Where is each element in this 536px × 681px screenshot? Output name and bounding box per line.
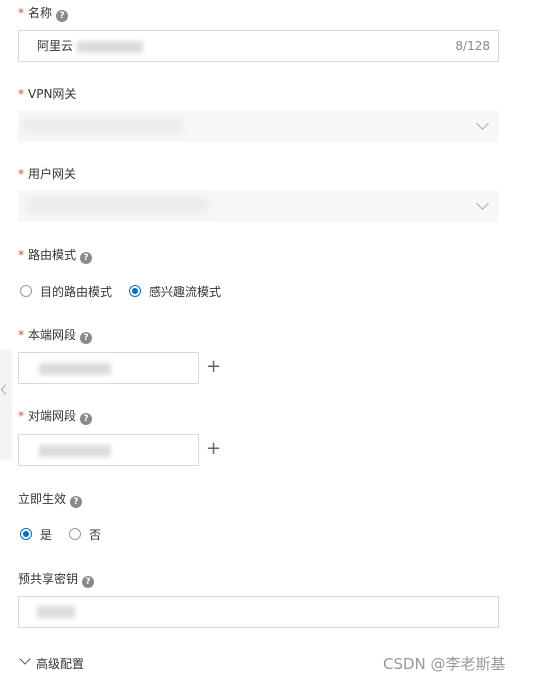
effective-option-label: 是 bbox=[40, 528, 53, 542]
customer-gateway-redacted bbox=[28, 197, 208, 213]
vpn-gateway-redacted bbox=[22, 119, 182, 133]
local-cidr-redacted bbox=[39, 363, 111, 375]
radio-checked[interactable] bbox=[20, 528, 32, 540]
name-label: * 名称? bbox=[18, 5, 69, 22]
help-icon[interactable]: ? bbox=[80, 413, 93, 425]
effective-immediately-label: 立即生效? bbox=[18, 491, 83, 508]
psk-label: 预共享密钥? bbox=[18, 571, 95, 588]
local-cidr-input[interactable] bbox=[18, 352, 199, 384]
help-icon[interactable]: ? bbox=[82, 576, 95, 588]
plus-icon[interactable]: + bbox=[206, 358, 221, 376]
psk-input[interactable] bbox=[18, 596, 499, 628]
chevron-down-icon[interactable] bbox=[476, 117, 489, 130]
chevron-down-icon[interactable] bbox=[476, 197, 489, 210]
side-collapse-tab[interactable] bbox=[0, 350, 12, 460]
help-icon[interactable]: ? bbox=[56, 10, 69, 22]
remote-cidr-input[interactable] bbox=[18, 434, 199, 466]
remote-cidr-label: * 对端网段? bbox=[18, 408, 93, 425]
radio-checked[interactable] bbox=[129, 285, 141, 297]
chevron-down-icon bbox=[19, 653, 31, 665]
routing-mode-label: * 路由模式? bbox=[18, 247, 93, 264]
name-input-redacted bbox=[77, 41, 143, 53]
psk-redacted bbox=[37, 606, 75, 618]
watermark: CSDN @李老斯基 bbox=[383, 655, 506, 673]
customer-gateway-select[interactable] bbox=[18, 190, 499, 222]
name-input[interactable]: 阿里云 8/128 bbox=[18, 30, 499, 62]
local-cidr-label: * 本端网段? bbox=[18, 327, 93, 344]
plus-icon[interactable]: + bbox=[206, 440, 221, 458]
help-icon[interactable]: ? bbox=[70, 496, 83, 508]
advanced-config-label: 高级配置 bbox=[36, 657, 85, 671]
radio-unchecked[interactable] bbox=[20, 285, 32, 297]
effective-option-label: 否 bbox=[89, 528, 102, 542]
customer-gateway-label: * 用户网关 bbox=[18, 167, 77, 181]
remote-cidr-redacted bbox=[39, 445, 111, 457]
vpn-gateway-label: * VPN网关 bbox=[18, 87, 77, 101]
routing-mode-option-label: 目的路由模式 bbox=[40, 285, 113, 299]
radio-unchecked[interactable] bbox=[69, 528, 81, 540]
help-icon[interactable]: ? bbox=[80, 332, 93, 344]
help-icon[interactable]: ? bbox=[80, 252, 93, 264]
name-char-counter: 8/128 bbox=[455, 39, 490, 53]
routing-mode-option-label: 感兴趣流模式 bbox=[149, 285, 222, 299]
name-input-value: 阿里云 bbox=[37, 39, 74, 53]
advanced-config-toggle[interactable]: 高级配置 bbox=[18, 653, 98, 671]
vpn-gateway-select[interactable] bbox=[18, 110, 499, 142]
